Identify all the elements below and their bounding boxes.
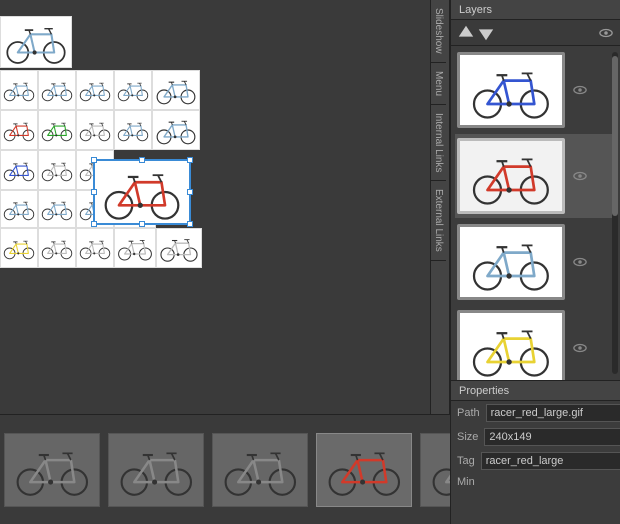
- bike-thumb[interactable]: [38, 228, 76, 268]
- bike-thumb[interactable]: [0, 150, 38, 190]
- selection-handle[interactable]: [91, 221, 97, 227]
- layer-row[interactable]: [457, 224, 616, 300]
- bike-thumb[interactable]: [114, 110, 152, 150]
- tag-label: Tag: [457, 455, 475, 467]
- layer-thumb[interactable]: [457, 138, 565, 214]
- bike-thumb[interactable]: [152, 110, 200, 150]
- side-tab-slideshow[interactable]: Slideshow: [431, 0, 446, 63]
- bike-thumb[interactable]: [152, 70, 200, 110]
- tag-input[interactable]: [481, 452, 620, 470]
- bike-thumb[interactable]: [0, 190, 38, 228]
- filmstrip-thumb[interactable]: [212, 433, 308, 507]
- layers-list[interactable]: [451, 46, 620, 380]
- filmstrip-thumb[interactable]: [4, 433, 100, 507]
- min-label: Min: [457, 476, 485, 488]
- bike-thumb[interactable]: [114, 228, 156, 268]
- bike-layout[interactable]: [0, 8, 204, 268]
- selection-handle[interactable]: [187, 157, 193, 163]
- side-tab-menu[interactable]: Menu: [431, 63, 446, 105]
- layers-toolbar: [451, 20, 620, 46]
- properties-title: Properties: [451, 381, 620, 401]
- filmstrip-thumb[interactable]: [420, 433, 450, 507]
- layers-title: Layers: [451, 0, 620, 20]
- bike-thumb[interactable]: [38, 110, 76, 150]
- layer-down-button[interactable]: [477, 24, 495, 42]
- selection-handle[interactable]: [91, 157, 97, 163]
- layer-thumb[interactable]: [457, 52, 565, 128]
- visibility-toggle-all[interactable]: [598, 25, 614, 41]
- selected-bike[interactable]: [94, 160, 190, 224]
- bike-thumb[interactable]: [76, 110, 114, 150]
- filmstrip-thumb[interactable]: [108, 433, 204, 507]
- filmstrip[interactable]: [0, 414, 450, 524]
- bike-thumb[interactable]: [0, 228, 38, 268]
- canvas[interactable]: [0, 0, 430, 414]
- layer-row[interactable]: [455, 134, 618, 218]
- bike-thumb[interactable]: [114, 70, 152, 110]
- size-input[interactable]: [484, 428, 620, 446]
- side-tab-external-links[interactable]: External Links: [431, 181, 446, 261]
- layers-panel: Layers: [450, 0, 620, 380]
- layers-scrollbar-thumb[interactable]: [612, 56, 618, 216]
- layers-scrollbar[interactable]: [612, 52, 618, 374]
- bike-thumb[interactable]: [38, 190, 76, 228]
- layer-visibility-icon[interactable]: [572, 82, 588, 98]
- properties-panel: Properties Path Size Tag Min: [450, 380, 620, 524]
- layer-thumb[interactable]: [457, 224, 565, 300]
- layer-visibility-icon[interactable]: [572, 168, 588, 184]
- layer-visibility-icon[interactable]: [572, 340, 588, 356]
- selection-handle[interactable]: [187, 221, 193, 227]
- bike-thumb[interactable]: [38, 150, 76, 190]
- layer-row[interactable]: [457, 52, 616, 128]
- selection-handle[interactable]: [139, 157, 145, 163]
- bike-thumb[interactable]: [0, 70, 38, 110]
- bike-thumb[interactable]: [76, 70, 114, 110]
- selection-handle[interactable]: [91, 189, 97, 195]
- layer-thumb[interactable]: [457, 310, 565, 380]
- side-tab-internal-links[interactable]: Internal Links: [431, 105, 446, 181]
- layer-visibility-icon[interactable]: [572, 254, 588, 270]
- path-input[interactable]: [486, 404, 620, 422]
- layer-row[interactable]: [457, 310, 616, 380]
- bike-thumb[interactable]: [0, 16, 72, 68]
- bike-thumb[interactable]: [76, 228, 114, 268]
- selection-handle[interactable]: [187, 189, 193, 195]
- bike-thumb[interactable]: [156, 228, 202, 268]
- path-label: Path: [457, 407, 480, 419]
- selection-handle[interactable]: [139, 221, 145, 227]
- layer-up-button[interactable]: [457, 24, 475, 42]
- side-tabs: SlideshowMenuInternal LinksExternal Link…: [430, 0, 450, 414]
- filmstrip-thumb[interactable]: [316, 433, 412, 507]
- size-label: Size: [457, 431, 478, 443]
- bike-thumb[interactable]: [38, 70, 76, 110]
- bike-thumb[interactable]: [0, 110, 38, 150]
